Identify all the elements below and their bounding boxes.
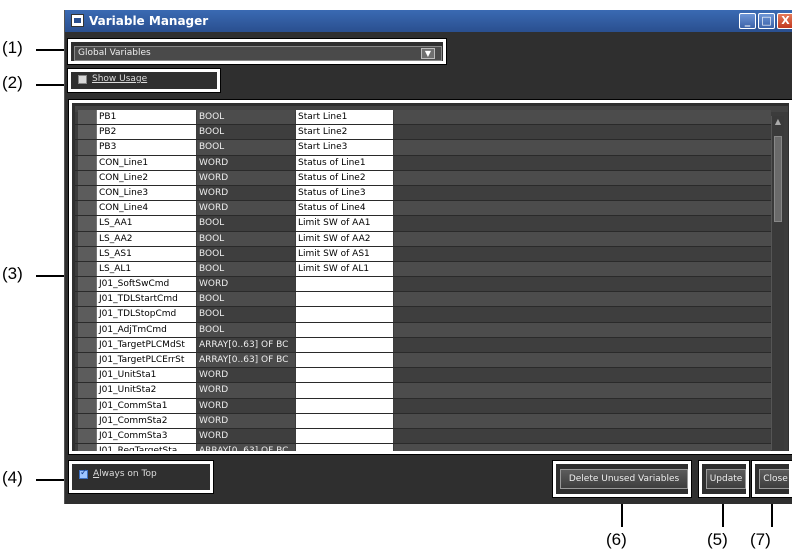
highlight-frame-1 [67, 38, 447, 65]
callout-4: (4) [2, 468, 23, 487]
highlight-frame-3 [68, 99, 792, 455]
callout-7: (7) [750, 530, 771, 549]
highlight-frame-5 [698, 460, 750, 498]
app-icon [71, 14, 84, 27]
highlight-frame-4 [68, 460, 214, 494]
highlight-frame-2 [67, 68, 221, 93]
minimize-button[interactable]: _ [739, 13, 756, 29]
title-bar[interactable]: Variable Manager _ □ X [65, 10, 792, 32]
highlight-frame-7 [751, 460, 792, 498]
callout-3: (3) [2, 264, 23, 283]
callout-2: (2) [2, 73, 23, 92]
callout-5: (5) [707, 530, 728, 549]
window-title: Variable Manager [89, 14, 209, 28]
callout-6: (6) [606, 530, 627, 549]
highlight-frame-6 [552, 460, 692, 498]
callout-1: (1) [2, 38, 23, 57]
maximize-button[interactable]: □ [758, 13, 775, 29]
close-window-button[interactable]: X [777, 13, 792, 29]
